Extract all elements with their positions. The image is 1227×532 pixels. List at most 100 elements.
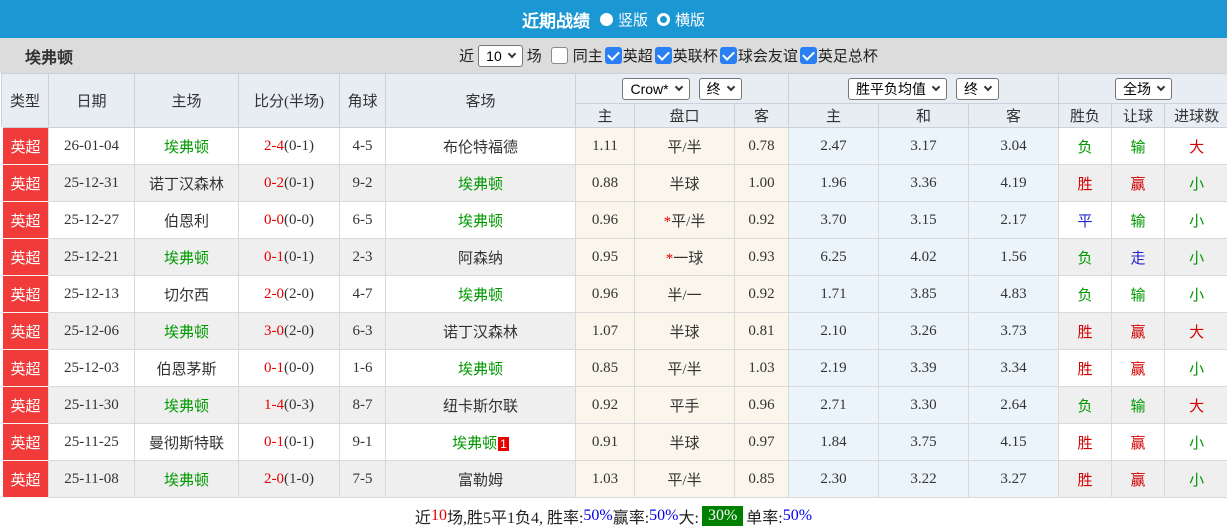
result-cell: 胜 — [1058, 423, 1113, 461]
layout-radio-horizontal[interactable]: 横版 — [657, 9, 705, 30]
odds-away-cell: 1.03 — [733, 349, 790, 387]
away-team-cell[interactable]: 诺丁汉森林 — [385, 312, 576, 350]
handicap-cell: 半/一 — [634, 275, 735, 313]
widget-title: 近期战绩 — [521, 11, 590, 31]
subcol-odds-home: 主 — [575, 103, 635, 128]
checkbox-label[interactable]: 同主 — [573, 45, 603, 66]
avg-time-select[interactable]: 终 — [956, 77, 1000, 100]
away-team-cell[interactable]: 富勒姆 — [385, 460, 576, 498]
goals-cell: 小 — [1164, 238, 1227, 276]
result-cell: 负 — [1058, 386, 1113, 424]
radio-selected-icon[interactable] — [599, 12, 613, 26]
odds-away-cell: 0.97 — [733, 423, 790, 461]
away-team-cell[interactable]: 埃弗顿 — [385, 275, 576, 313]
chevron-down-icon — [507, 49, 516, 59]
date-cell: 25-12-21 — [48, 238, 135, 276]
table-row: 英超 25-11-08 埃弗顿 2-0(1-0) 7-5 富勒姆 1.03 平/… — [0, 460, 1227, 498]
handicap-result-cell: 输 — [1111, 386, 1166, 424]
date-cell: 25-11-25 — [48, 423, 135, 461]
layout-radio-vertical[interactable]: 竖版 — [599, 9, 648, 30]
table-row: 英超 25-12-27 伯恩利 0-0(0-0) 6-5 埃弗顿 0.96 *平… — [0, 201, 1227, 239]
period-select[interactable]: 全场 — [1115, 77, 1173, 100]
handicap-cell: 半球 — [634, 164, 735, 202]
avg-away-cell: 1.56 — [968, 238, 1060, 276]
home-team-cell[interactable]: 伯恩茅斯 — [134, 349, 239, 387]
home-team-cell[interactable]: 埃弗顿 — [134, 127, 239, 165]
bookmaker-select[interactable]: Crow* — [622, 77, 690, 100]
recent-record-widget: 近期战绩 竖版 横版 埃弗顿 近 10 场 同主 英超 英联杯 球会友谊 英足总… — [0, 0, 1227, 532]
checkbox-icon[interactable] — [719, 47, 737, 64]
radio-label-vertical[interactable]: 竖版 — [618, 9, 648, 30]
result-group-header: 全场 — [1058, 73, 1227, 104]
home-team-cell[interactable]: 诺丁汉森林 — [134, 164, 239, 202]
checkbox-icon[interactable] — [799, 47, 817, 64]
checkbox-label[interactable]: 英联杯 — [673, 45, 718, 66]
handicap-result-cell: 赢 — [1111, 349, 1166, 387]
checkbox-label[interactable]: 球会友谊 — [738, 45, 798, 66]
checkbox-icon[interactable] — [604, 47, 622, 64]
away-team-cell[interactable]: 埃弗顿 — [385, 201, 576, 239]
result-cell: 胜 — [1058, 460, 1113, 498]
avg-home-cell: 1.96 — [788, 164, 880, 202]
matches-label: 场 — [526, 49, 542, 65]
filter-checkbox-item[interactable]: 球会友谊 — [719, 45, 798, 66]
subcol-avg-draw: 和 — [878, 103, 970, 128]
filter-checkbox-item[interactable]: 英联杯 — [654, 45, 718, 66]
odds-home-cell: 0.88 — [575, 164, 635, 202]
summary-footer: 近 10 场,胜5平1负4, 胜率: 50% 赢率: 50% 大: 30% 单率: 50% — [0, 498, 1227, 532]
away-team-cell[interactable]: 埃弗顿 1 — [385, 423, 576, 461]
league-type-cell: 英超 — [0, 275, 49, 313]
checkbox-icon[interactable] — [550, 47, 568, 64]
filter-checkbox-item[interactable]: 同主 — [550, 45, 603, 66]
avg-draw-cell: 3.36 — [878, 164, 970, 202]
avg-home-cell: 3.70 — [788, 201, 880, 239]
corner-cell: 8-7 — [339, 386, 386, 424]
home-team-cell[interactable]: 切尔西 — [134, 275, 239, 313]
away-team-cell[interactable]: 纽卡斯尔联 — [385, 386, 576, 424]
home-team-cell[interactable]: 埃弗顿 — [134, 312, 239, 350]
date-cell: 25-11-08 — [48, 460, 135, 498]
col-header-score: 比分(半场) — [238, 73, 340, 128]
radio-label-horizontal[interactable]: 横版 — [675, 9, 705, 30]
filter-checkbox-item[interactable]: 英足总杯 — [799, 45, 878, 66]
odds-home-cell: 0.85 — [575, 349, 635, 387]
radio-unselected-icon[interactable] — [657, 12, 670, 26]
result-cell: 负 — [1058, 238, 1113, 276]
odds-time-select[interactable]: 终 — [698, 77, 742, 100]
home-team-cell[interactable]: 伯恩利 — [134, 201, 239, 239]
handicap-result-cell: 赢 — [1111, 312, 1166, 350]
filter-controls: 近 10 场 同主 英超 英联杯 球会友谊 英足总杯 — [459, 44, 878, 67]
away-team-cell[interactable]: 阿森纳 — [385, 238, 576, 276]
checkbox-label[interactable]: 英足总杯 — [818, 45, 878, 66]
col-header-type: 类型 — [1, 73, 49, 128]
odds-home-cell: 0.95 — [575, 238, 635, 276]
league-type-cell: 英超 — [0, 349, 49, 387]
score-cell: 1-4(0-3) — [238, 386, 340, 424]
col-header-away: 客场 — [385, 73, 576, 128]
checkbox-icon[interactable] — [654, 47, 672, 64]
handicap-cell: 半球 — [634, 312, 735, 350]
avg-home-cell: 2.19 — [788, 349, 880, 387]
away-team-cell[interactable]: 埃弗顿 — [385, 349, 576, 387]
home-team-cell[interactable]: 曼彻斯特联 — [134, 423, 239, 461]
avg-draw-cell: 3.85 — [878, 275, 970, 313]
filter-checkbox-item[interactable]: 英超 — [604, 45, 653, 66]
checkbox-label[interactable]: 英超 — [623, 45, 653, 66]
home-team-cell[interactable]: 埃弗顿 — [134, 238, 239, 276]
table-row: 英超 25-12-31 诺丁汉森林 0-2(0-1) 9-2 埃弗顿 0.88 … — [0, 164, 1227, 202]
match-count-select[interactable]: 10 — [478, 44, 523, 67]
home-team-cell[interactable]: 埃弗顿 — [134, 386, 239, 424]
handicap-result-cell: 输 — [1111, 201, 1166, 239]
table-row: 英超 25-12-06 埃弗顿 3-0(2-0) 6-3 诺丁汉森林 1.07 … — [0, 312, 1227, 350]
avg-away-cell: 4.83 — [968, 275, 1060, 313]
odds-home-cell: 0.91 — [575, 423, 635, 461]
handicap-result-cell: 输 — [1111, 127, 1166, 165]
score-cell: 2-4(0-1) — [238, 127, 340, 165]
avg-away-cell: 3.04 — [968, 127, 1060, 165]
away-team-cell[interactable]: 埃弗顿 — [385, 164, 576, 202]
avg-odds-select[interactable]: 胜平负均值 — [848, 77, 948, 100]
home-team-cell[interactable]: 埃弗顿 — [134, 460, 239, 498]
team-name: 埃弗顿 — [25, 49, 74, 67]
away-team-cell[interactable]: 布伦特福德 — [385, 127, 576, 165]
odds-away-cell: 0.92 — [733, 201, 790, 239]
